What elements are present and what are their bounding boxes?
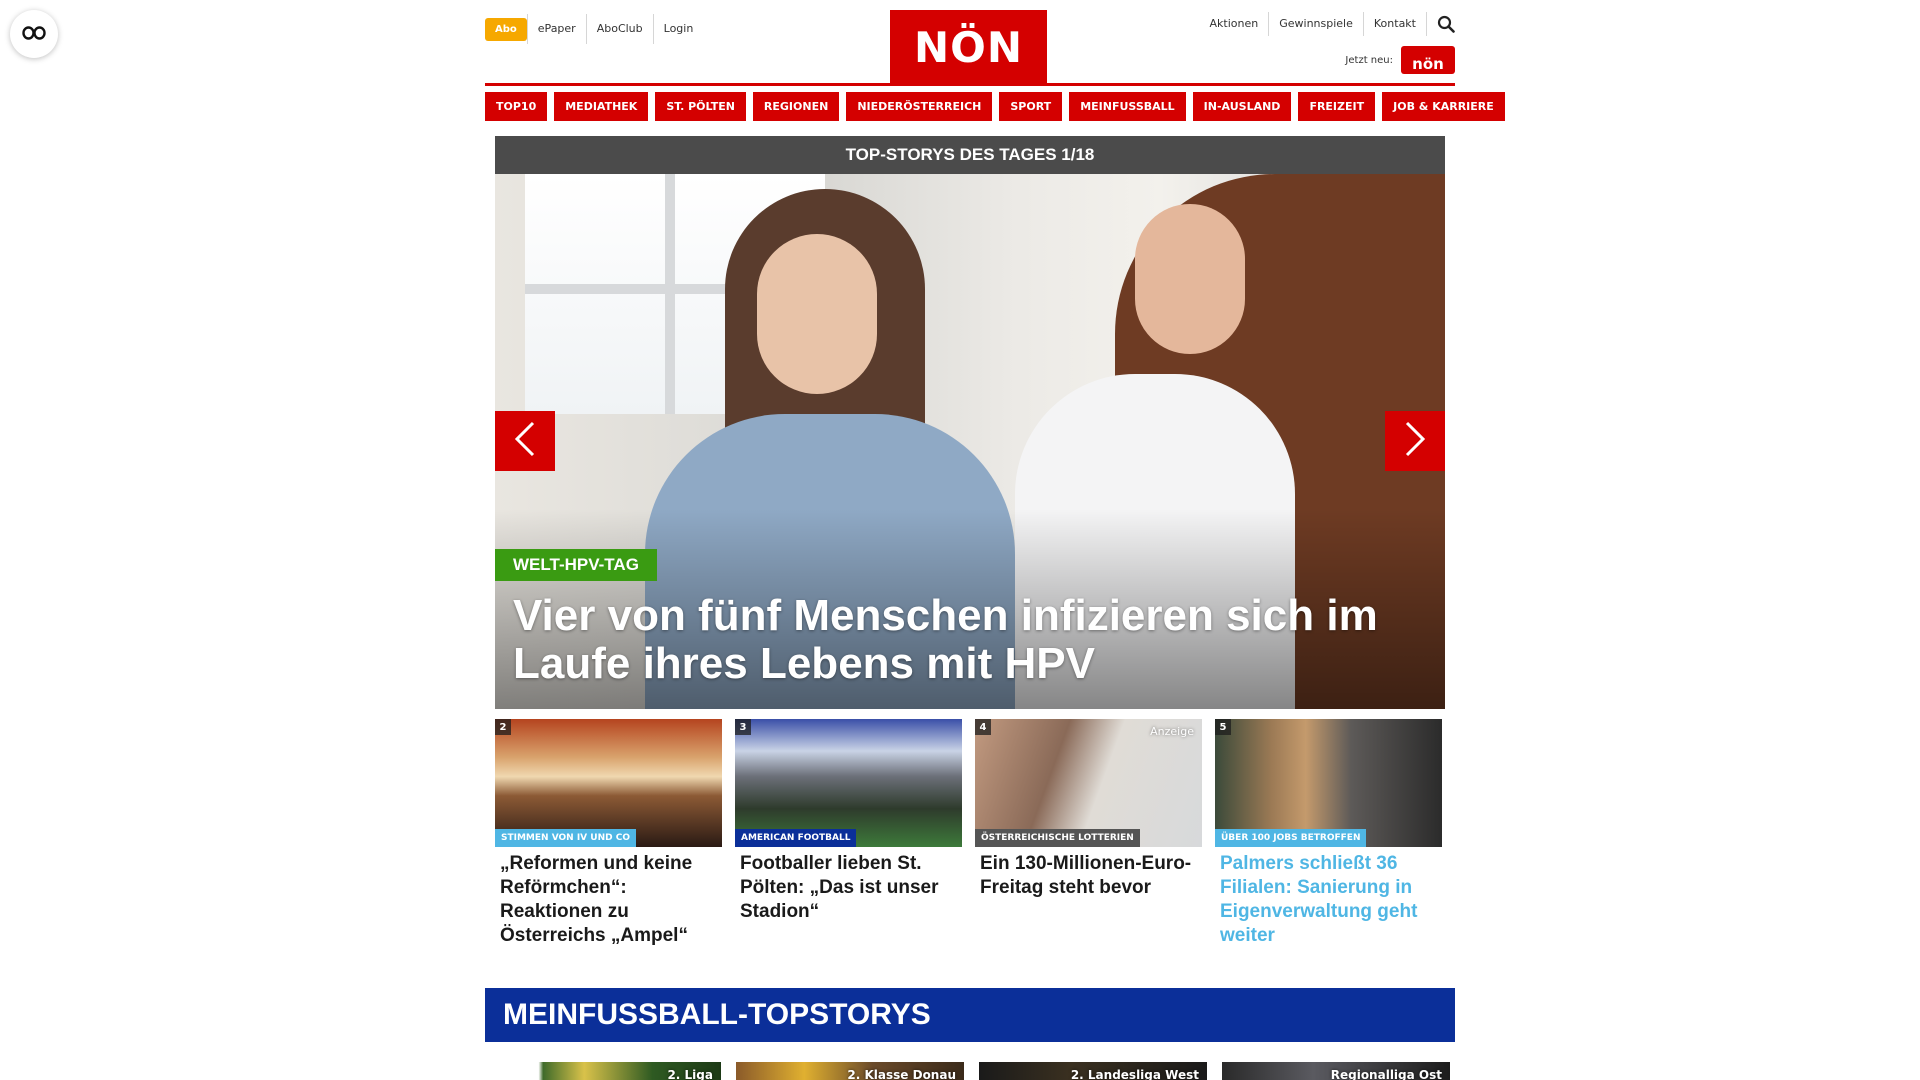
- fb-card-label: 2. Landesliga West: [1070, 1068, 1199, 1080]
- fb-card-label: 2. Klasse Donau: [847, 1068, 956, 1080]
- chevron-left-icon: [514, 421, 536, 461]
- jetzt-neu-label: Jetzt neu:: [1345, 54, 1393, 66]
- search-icon[interactable]: [1426, 12, 1455, 36]
- abo-button[interactable]: Abo: [485, 17, 527, 41]
- teaser-kicker: ÜBER 100 JOBS BETROFFEN: [1215, 829, 1367, 847]
- fb-card-label: 2. Liga: [667, 1068, 713, 1080]
- slider-next-button[interactable]: [1385, 411, 1445, 471]
- nav-item-job-karriere[interactable]: JOB & KARRIERE: [1382, 92, 1505, 121]
- nav-item-meinfussball[interactable]: MEINFUSSBALL: [1069, 92, 1186, 121]
- nav-item-st-poelten[interactable]: ST. PÖLTEN: [655, 92, 746, 121]
- teaser-image[interactable]: 5 ÜBER 100 JOBS BETROFFEN: [1215, 719, 1442, 847]
- page-content: Abo ePaper AboClub Login NÖN Aktionen Ge…: [485, 0, 1505, 1080]
- nav-item-mediathek[interactable]: MEDIATHEK: [554, 92, 649, 121]
- top-left-links: Abo ePaper AboClub Login: [485, 14, 703, 44]
- hero-image[interactable]: WELT-HPV-TAG Vier von fünf Menschen infi…: [495, 174, 1445, 709]
- slider-title: TOP-STORYS DES TAGES 1/18: [495, 136, 1445, 174]
- hero-headline[interactable]: Vier von fünf Menschen infizieren sich i…: [513, 592, 1413, 688]
- nav-item-niederoesterreich[interactable]: NIEDERÖSTERREICH: [846, 92, 993, 121]
- aktionen-link[interactable]: Aktionen: [1200, 12, 1269, 36]
- reader-mode-icon: [22, 25, 46, 44]
- teaser-card[interactable]: 2 STIMMEN VON IV UND CO „Reformen und ke…: [495, 719, 722, 948]
- site-header: Abo ePaper AboClub Login NÖN Aktionen Ge…: [485, 0, 1455, 86]
- fb-card[interactable]: 2. Liga: [493, 1062, 721, 1080]
- epaper-link[interactable]: ePaper: [526, 14, 586, 44]
- teaser-kicker: STIMMEN VON IV UND CO: [495, 829, 636, 847]
- fb-card[interactable]: Regionalliga Ost: [1222, 1062, 1450, 1080]
- teaser-number: 5: [1215, 719, 1231, 735]
- nav-item-regionen[interactable]: REGIONEN: [752, 92, 840, 121]
- teaser-number: 4: [975, 719, 991, 735]
- hero-kicker[interactable]: WELT-HPV-TAG: [495, 549, 657, 581]
- section-title[interactable]: MEINFUSSBALL-TOPSTORYS: [485, 988, 1455, 1042]
- nav-item-freizeit[interactable]: FREIZEIT: [1298, 92, 1376, 121]
- teaser-card[interactable]: 4 Anzeige ÖSTERREICHISCHE LOTTERIEN Ein …: [975, 719, 1202, 948]
- story-teasers: 2 STIMMEN VON IV UND CO „Reformen und ke…: [495, 719, 1445, 948]
- top-stories-slider: TOP-STORYS DES TAGES 1/18 WELT-HPV-TAG V…: [495, 136, 1445, 709]
- teaser-image[interactable]: 2 STIMMEN VON IV UND CO: [495, 719, 722, 847]
- kontakt-link[interactable]: Kontakt: [1362, 12, 1426, 36]
- noen-mini-logo[interactable]: nön: [1401, 46, 1455, 74]
- noen-logo[interactable]: NÖN: [890, 10, 1047, 84]
- anzeige-label: Anzeige: [1150, 725, 1194, 738]
- teaser-title[interactable]: „Reformen und keine Reförmchen“: Reaktio…: [495, 847, 722, 948]
- nav-item-sport[interactable]: SPORT: [999, 92, 1063, 121]
- gewinnspiele-link[interactable]: Gewinnspiele: [1268, 12, 1363, 36]
- teaser-title[interactable]: Ein 130-Millionen-Euro-Freitag steht bev…: [975, 847, 1202, 900]
- chevron-right-icon: [1404, 421, 1426, 461]
- reader-mode-button[interactable]: [10, 10, 58, 58]
- teaser-kicker: AMERICAN FOOTBALL: [735, 829, 857, 847]
- teaser-kicker: ÖSTERREICHISCHE LOTTERIEN: [975, 829, 1140, 847]
- fb-card[interactable]: 2. Klasse Donau: [736, 1062, 964, 1080]
- teaser-card[interactable]: 5 ÜBER 100 JOBS BETROFFEN Palmers schlie…: [1215, 719, 1442, 948]
- teaser-card[interactable]: 3 AMERICAN FOOTBALL Footballer lieben St…: [735, 719, 962, 948]
- top-right-links: Aktionen Gewinnspiele Kontakt: [1200, 12, 1455, 36]
- fb-card-label: Regionalliga Ost: [1330, 1068, 1442, 1080]
- fb-card[interactable]: 2. Landesliga West: [979, 1062, 1207, 1080]
- teaser-image[interactable]: 4 Anzeige ÖSTERREICHISCHE LOTTERIEN: [975, 719, 1202, 847]
- login-link[interactable]: Login: [652, 14, 704, 44]
- teaser-title[interactable]: Footballer lieben St. Pölten: „Das ist u…: [735, 847, 962, 924]
- jetzt-neu: Jetzt neu: nön: [1345, 46, 1455, 74]
- nav-item-top10[interactable]: TOP10: [485, 92, 548, 121]
- main-nav: TOP10 MEDIATHEK ST. PÖLTEN REGIONEN NIED…: [485, 92, 1505, 121]
- aboclub-link[interactable]: AboClub: [585, 14, 653, 44]
- teaser-number: 2: [495, 719, 511, 735]
- teaser-number: 3: [735, 719, 751, 735]
- meinfussball-cards: 2. Liga 2. Klasse Donau 2. Landesliga We…: [493, 1062, 1455, 1080]
- teaser-title[interactable]: Palmers schließt 36 Filialen: Sanierung …: [1215, 847, 1442, 948]
- nav-item-in-ausland[interactable]: IN-AUSLAND: [1192, 92, 1292, 121]
- teaser-image[interactable]: 3 AMERICAN FOOTBALL: [735, 719, 962, 847]
- slider-prev-button[interactable]: [495, 411, 555, 471]
